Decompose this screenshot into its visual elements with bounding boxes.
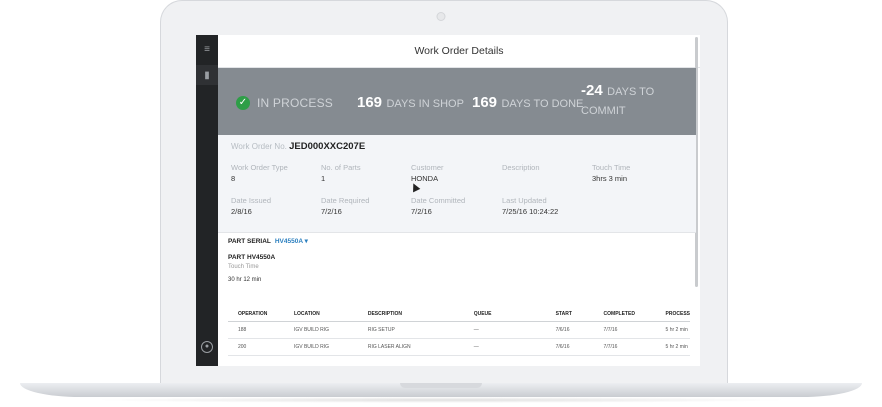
days-to-done-label: DAYS TO DONE (501, 98, 584, 110)
table-row[interactable]: 188 IGV BUILD RIG RIG SETUP — 7/6/16 7/7… (228, 321, 690, 339)
days-in-shop-value: 169 (357, 94, 383, 111)
table-row[interactable]: 200 IGV BUILD RIG RIG LASER ALIGN — 7/6/… (228, 338, 690, 356)
field-label: Work Order Type (231, 163, 288, 172)
field-value: 8 (231, 174, 236, 183)
field-value: 1 (321, 174, 326, 183)
table-cell: RIG LASER ALIGN (357, 338, 464, 356)
main-panel: Work Order Details ✓ IN PROCESS 169 DAYS… (218, 35, 700, 366)
work-order-details: Work Order No. JED000XXC207E Work Order … (218, 135, 696, 233)
laptop-shadow (90, 397, 792, 403)
table-cell: 7/7/16 (593, 338, 656, 356)
laptop-notch (400, 383, 482, 388)
days-to-commit-value: -24 (581, 82, 603, 99)
field-date-required: Date Required 7/2/16 (321, 196, 369, 216)
column-header[interactable]: DESCRIPTION (357, 308, 464, 322)
menu-icon[interactable]: ≡ (196, 44, 218, 55)
table-cell: 5 hr 2 min (655, 338, 690, 356)
column-header[interactable]: OPERATION (228, 308, 284, 322)
field-label: Description (502, 163, 540, 172)
days-in-shop-label: DAYS IN SHOP (386, 98, 464, 110)
field-value: 7/25/16 10:24:22 (502, 207, 559, 216)
operations-table: OPERATION LOCATION DESCRIPTION QUEUE STA… (228, 308, 690, 356)
user-icon[interactable]: ● (201, 341, 213, 353)
work-order-number: Work Order No. JED000XXC207E (231, 141, 365, 152)
table-cell: IGV BUILD RIG (283, 321, 358, 339)
app-screen: ≡ ▮ ● Work Order Details ✓ IN PROCESS 16… (196, 35, 700, 366)
part-serial: PART SERIAL HV4550A ▾ (228, 237, 308, 245)
field-date-issued: Date Issued 2/8/16 (231, 196, 271, 216)
field-date-committed: Date Committed 7/2/16 (411, 196, 465, 216)
column-header[interactable]: LOCATION (283, 308, 358, 322)
part-serial-label: PART SERIAL (228, 238, 271, 245)
table-cell: 200 (228, 338, 284, 356)
field-label: Date Required (321, 196, 370, 205)
part-name: PART HV4550A (228, 254, 276, 261)
work-order-number-value: JED000XXC207E (289, 141, 366, 152)
table-cell: — (463, 338, 546, 356)
days-to-done-value: 169 (472, 94, 498, 111)
field-description: Description (502, 163, 540, 174)
part-serial-dropdown[interactable]: HV4550A ▾ (275, 238, 308, 245)
field-label: Customer (411, 163, 444, 172)
field-label: Last Updated (502, 196, 547, 205)
work-order-number-label: Work Order No. (231, 142, 287, 151)
days-to-commit: -24 DAYS TO COMMIT (581, 82, 681, 120)
field-touch-time: Touch Time 3hrs 3 min (592, 163, 630, 183)
camera-dot (436, 12, 446, 21)
field-label: Date Issued (231, 196, 272, 205)
table-cell: 7/6/16 (545, 338, 594, 356)
table-cell: IGV BUILD RIG (283, 338, 358, 356)
table-cell: 7/6/16 (545, 321, 594, 339)
field-value: 7/2/16 (321, 207, 342, 216)
field-no-of-parts: No. of Parts 1 (321, 163, 361, 183)
field-label: No. of Parts (321, 163, 361, 172)
part-touch-time-value: 30 hr 12 min (228, 277, 262, 283)
column-header[interactable]: START (545, 308, 594, 322)
column-header[interactable]: COMPLETED (593, 308, 656, 322)
document-icon[interactable]: ▮ (196, 70, 218, 81)
field-label: Touch Time (592, 163, 631, 172)
days-in-shop: 169 DAYS IN SHOP (357, 94, 464, 112)
column-header[interactable]: QUEUE (463, 308, 546, 322)
field-last-updated: Last Updated 7/25/16 10:24:22 (502, 196, 558, 216)
column-header[interactable]: PROCESS (655, 308, 690, 322)
field-customer: Customer HONDA (411, 163, 444, 183)
table-header-row: OPERATION LOCATION DESCRIPTION QUEUE STA… (228, 308, 690, 322)
table-cell: RIG SETUP (357, 321, 464, 339)
table-cell: 5 hr 2 min (655, 321, 690, 339)
table-cell: 188 (228, 321, 284, 339)
sidebar: ≡ ▮ ● (196, 35, 218, 366)
check-icon: ✓ (236, 96, 250, 110)
part-touch-time-label: Touch Time (228, 264, 259, 270)
status-label: IN PROCESS (257, 96, 334, 110)
table-cell: 7/7/16 (593, 321, 656, 339)
field-value: 2/8/16 (231, 207, 252, 216)
field-value: 7/2/16 (411, 207, 432, 216)
field-work-order-type: Work Order Type 8 (231, 163, 288, 183)
page-title: Work Order Details (218, 35, 700, 68)
table-cell: — (463, 321, 546, 339)
days-to-done: 169 DAYS TO DONE (472, 94, 583, 112)
field-label: Date Committed (411, 196, 466, 205)
field-value: 3hrs 3 min (592, 174, 628, 183)
status-banner: ✓ IN PROCESS 169 DAYS IN SHOP 169 DAYS T… (218, 68, 696, 135)
